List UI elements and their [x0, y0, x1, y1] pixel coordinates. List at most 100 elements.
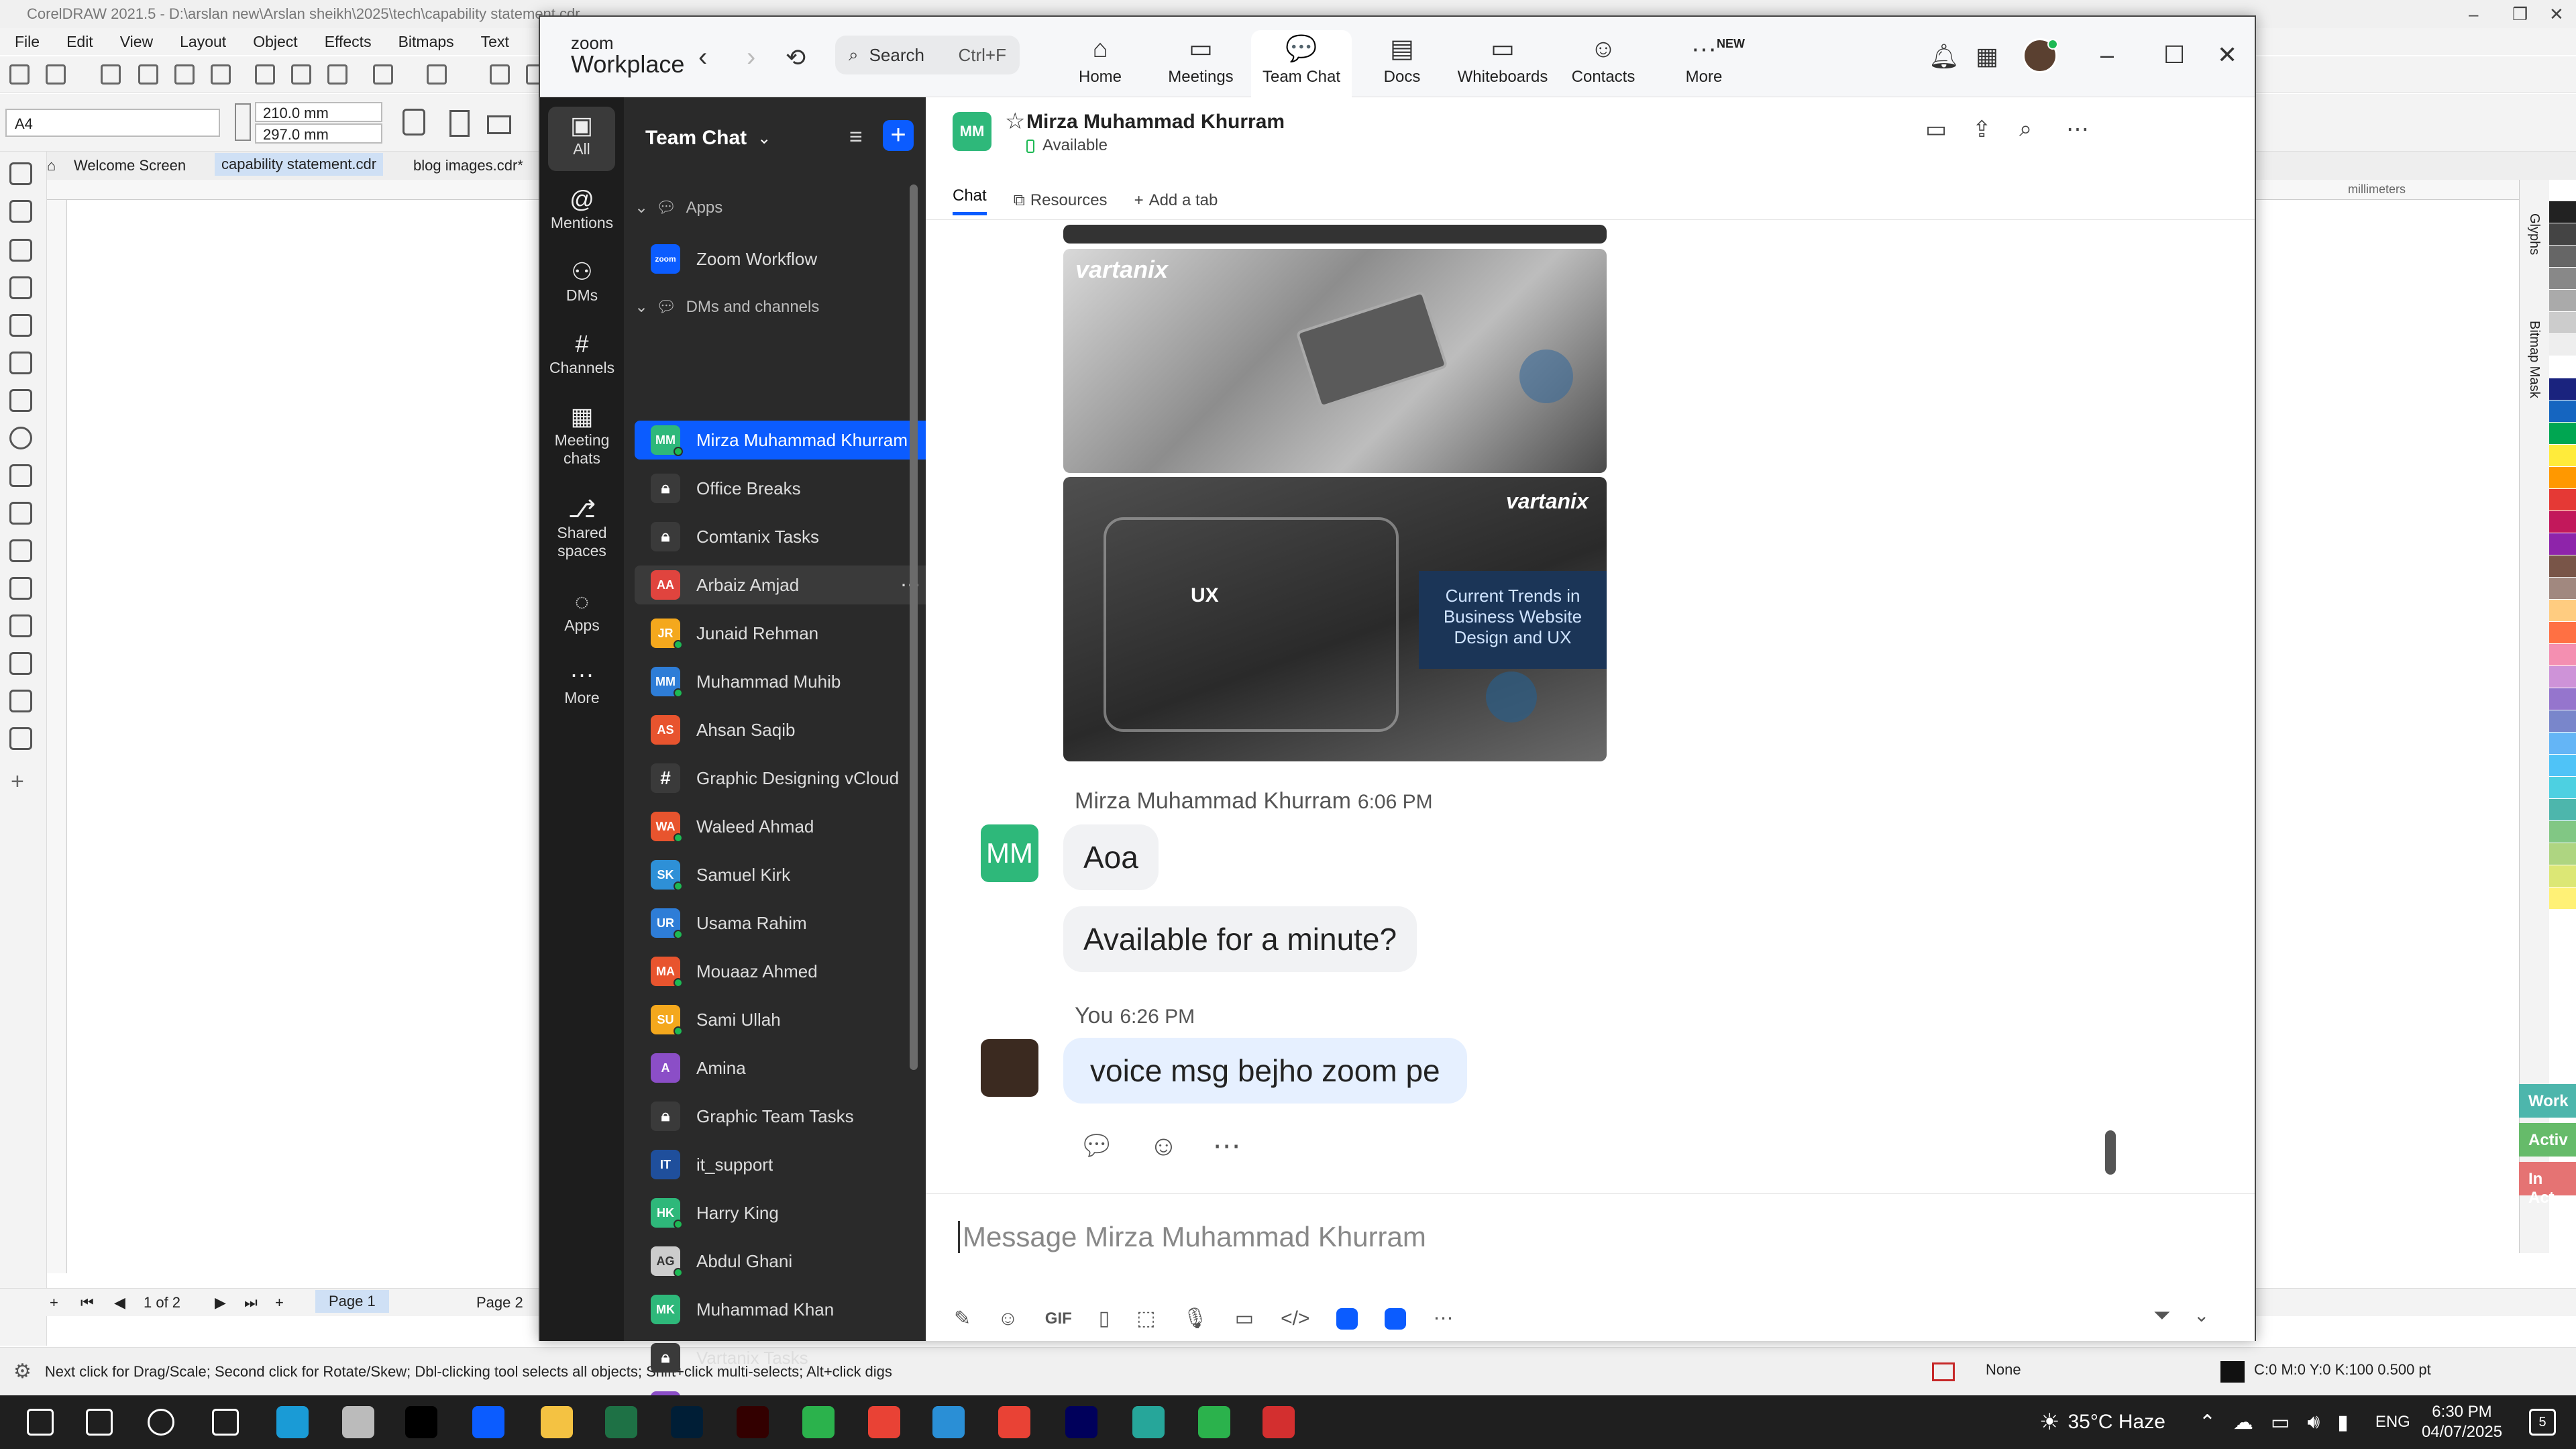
contact-list-item[interactable]: 🔒︎ Graphic Team Tasks [635, 1097, 932, 1136]
message-bubble[interactable]: Available for a minute? [1063, 906, 1417, 972]
palette-swatch[interactable] [2549, 223, 2576, 246]
glyphs-docker-tab[interactable]: Glyphs [2526, 213, 2542, 255]
chat-scrollbar[interactable] [2105, 1130, 2116, 1175]
taskbar-windows-start-icon[interactable] [27, 1409, 54, 1436]
palette-swatch[interactable] [2549, 290, 2576, 312]
message-sender[interactable]: Mirza Muhammad Khurram [1075, 788, 1351, 814]
emoji-icon[interactable]: ☺ [998, 1307, 1018, 1330]
menu-bitmaps[interactable]: Bitmaps [398, 33, 454, 51]
search-icon[interactable]: ⌕ [2019, 116, 2032, 142]
tab-blog-images[interactable]: blog images.cdr* [413, 157, 523, 174]
image-attachment-partial[interactable] [1063, 225, 1607, 244]
fill-none-icon[interactable] [1932, 1362, 1955, 1381]
avatar[interactable] [2023, 38, 2058, 73]
orientation-icon[interactable] [402, 109, 425, 136]
text-tool-icon[interactable] [9, 502, 32, 525]
taskbar-pen-icon[interactable] [342, 1406, 374, 1438]
weather-icon[interactable]: ☀ [2039, 1409, 2059, 1436]
portrait-icon[interactable] [449, 110, 470, 137]
last-page-icon[interactable]: ⏭ [244, 1294, 258, 1311]
contact-list-item[interactable]: MK Muhammad Khan [635, 1290, 932, 1329]
menu-file[interactable]: File [15, 33, 40, 51]
section-dms-channels[interactable]: ⌄ 💬︎ DMs and channels [635, 297, 819, 317]
open-icon[interactable] [46, 64, 66, 85]
palette-swatch[interactable] [2549, 268, 2576, 290]
section-apps[interactable]: ⌄ 💬︎ Apps [635, 198, 722, 217]
add-reaction-icon[interactable]: ☺ [1149, 1130, 1178, 1161]
taskbar-coreldraw-green-icon[interactable] [802, 1406, 835, 1438]
close-icon[interactable]: ✕ [2549, 0, 2564, 28]
menu-view[interactable]: View [120, 33, 153, 51]
language-indicator[interactable]: ENG [2375, 1413, 2410, 1432]
taskbar-acrobat-icon[interactable] [1263, 1406, 1295, 1438]
ellipse-tool-icon[interactable] [9, 427, 32, 449]
contact-list-item[interactable]: # Graphic Designing vCloud [635, 759, 932, 798]
contact-list-item[interactable]: 🔒︎ Office Breaks [635, 469, 932, 508]
print-icon[interactable] [211, 64, 231, 85]
screenshot-icon[interactable]: ⬚ [1136, 1307, 1155, 1330]
tab-welcome-screen[interactable]: Welcome Screen [74, 157, 186, 174]
tab-capability-statement[interactable]: capability statement.cdr [215, 153, 384, 176]
chat-header-name[interactable]: Mirza Muhammad Khurram [1026, 111, 1285, 133]
gif-button[interactable]: GIF [1045, 1309, 1072, 1328]
palette-swatch[interactable] [2549, 865, 2576, 888]
sender-avatar[interactable]: MM [981, 824, 1038, 882]
contact-list-item[interactable]: SU Sami Ullah [635, 1000, 932, 1039]
contact-list-item[interactable]: AS Ahsan Saqib [635, 710, 932, 749]
palette-swatch[interactable] [2549, 467, 2576, 489]
calendar-icon[interactable]: ▦ [1976, 42, 1998, 70]
clock[interactable]: 6:30 PM 04/07/2025 [2415, 1402, 2509, 1442]
palette-swatch[interactable] [2549, 445, 2576, 467]
rail-apps[interactable]: ◌ Apps [540, 587, 624, 635]
parallel-dimension-icon[interactable] [9, 539, 32, 562]
file-icon[interactable]: ▯ [1099, 1307, 1110, 1330]
palette-swatch[interactable] [2549, 400, 2576, 423]
restore-icon[interactable]: ❐ [2512, 0, 2528, 28]
palette-swatch[interactable] [2549, 378, 2576, 400]
star-icon[interactable]: ☆ [1005, 108, 1025, 135]
taskbar-photoshop-icon[interactable] [671, 1406, 703, 1438]
image-attachment-2[interactable]: vartanix UX Current Trends in Business W… [1063, 477, 1607, 761]
next-page-icon[interactable]: ▶ [215, 1294, 226, 1311]
forward-arrow-icon[interactable]: › [747, 42, 755, 72]
contact-list-item[interactable]: UR Usama Rahim [635, 904, 932, 943]
palette-swatch[interactable] [2549, 511, 2576, 533]
maximize-icon[interactable]: ☐ [2163, 41, 2185, 69]
tab-team-chat[interactable]: 💬 Team Chat [1251, 30, 1352, 97]
subtab-resources[interactable]: ⧉ Resources [1014, 191, 1108, 210]
transparency-icon[interactable] [9, 652, 32, 675]
polygon-tool-icon[interactable] [9, 464, 32, 487]
taskbar-premiere-icon[interactable] [1065, 1406, 1097, 1438]
palette-swatch[interactable] [2549, 733, 2576, 755]
tab-whiteboards[interactable]: ▭ Whiteboards [1452, 30, 1553, 97]
undo-icon[interactable] [373, 64, 393, 85]
pick-tool-icon[interactable] [9, 162, 32, 185]
image-attachment-1[interactable]: vartanix [1063, 249, 1607, 473]
drop-shadow-icon[interactable] [9, 614, 32, 637]
taskbar-vscode-icon[interactable] [932, 1406, 965, 1438]
import-icon[interactable] [490, 64, 510, 85]
back-arrow-icon[interactable]: ‹ [698, 42, 707, 72]
list-item-zoom-workflow[interactable]: zoom Zoom Workflow [635, 239, 932, 278]
palette-swatch[interactable] [2549, 843, 2576, 865]
palette-swatch[interactable] [2549, 799, 2576, 821]
palette-swatch[interactable] [2549, 555, 2576, 578]
message-bubble[interactable]: voice msg bejho zoom pe [1063, 1038, 1467, 1104]
video-message-icon[interactable]: ▭ [1235, 1307, 1254, 1330]
search-box[interactable]: ⌕ Search Ctrl+F [835, 36, 1020, 74]
palette-swatch[interactable] [2549, 423, 2576, 445]
menu-text[interactable]: Text [481, 33, 509, 51]
tab-docs[interactable]: ▤ Docs [1352, 30, 1452, 97]
page-size-select[interactable]: A4 [5, 109, 220, 137]
palette-swatch[interactable] [2549, 578, 2576, 600]
contact-list-item[interactable]: SK Samuel Kirk [635, 855, 932, 894]
chevron-up-icon[interactable]: ⌃ [2199, 1411, 2216, 1434]
rail-more[interactable]: ··· More [540, 659, 624, 707]
add-page-icon[interactable]: + [50, 1294, 58, 1311]
send-options-icon[interactable]: ⏷ [2153, 1303, 2171, 1328]
outline-color-swatch[interactable] [2220, 1361, 2245, 1383]
palette-swatch[interactable] [2549, 777, 2576, 799]
first-page-icon[interactable]: ⏮ [80, 1294, 94, 1311]
menu-layout[interactable]: Layout [180, 33, 226, 51]
page-height-field[interactable]: 297.0 mm [255, 123, 382, 144]
